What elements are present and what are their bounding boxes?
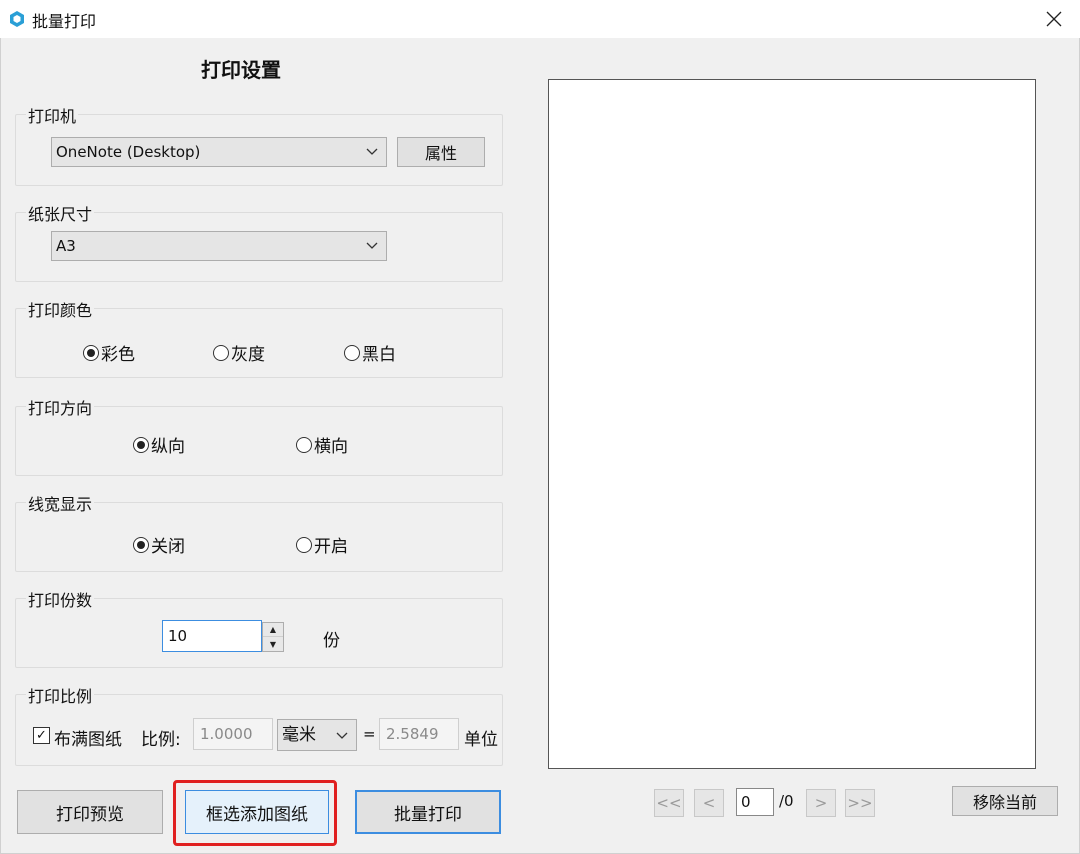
radio-unselected-icon xyxy=(213,344,229,361)
orientation-option-landscape[interactable]: 横向 xyxy=(296,432,348,457)
next-page-label: > xyxy=(814,794,828,812)
orientation-group: 打印方向 xyxy=(15,395,503,476)
print-preview-button[interactable]: 打印预览 xyxy=(17,790,163,834)
window-title: 批量打印 xyxy=(32,12,97,31)
highlight-box xyxy=(173,780,337,846)
color-option-grayscale[interactable]: 灰度 xyxy=(213,340,265,365)
equals-sign: = xyxy=(363,725,376,743)
orientation-option-label: 纵向 xyxy=(151,437,185,457)
color-option-black-white[interactable]: 黑白 xyxy=(344,340,396,365)
radio-selected-icon xyxy=(83,344,99,361)
decrement-icon[interactable]: ▼ xyxy=(263,637,283,651)
color-option-label: 灰度 xyxy=(231,345,265,365)
close-button[interactable] xyxy=(1036,4,1072,34)
printer-group-label: 打印机 xyxy=(26,103,79,127)
prev-page-label: < xyxy=(702,794,716,812)
line-width-option-off[interactable]: 关闭 xyxy=(133,532,185,557)
line-width-group: 线宽显示 xyxy=(15,491,503,572)
scale-group-label: 打印比例 xyxy=(26,683,95,707)
batch-print-label: 批量打印 xyxy=(394,804,462,825)
last-page-button[interactable]: >> xyxy=(845,789,875,817)
radio-unselected-icon xyxy=(296,536,312,553)
chevron-down-icon xyxy=(366,148,378,155)
units-input-value: 2.5849 xyxy=(386,725,439,743)
page-number-value: 0 xyxy=(741,793,751,811)
increment-icon[interactable]: ▲ xyxy=(263,623,283,637)
remove-current-button[interactable]: 移除当前 xyxy=(952,786,1058,816)
chevron-down-icon xyxy=(336,732,348,739)
printer-select-value: OneNote (Desktop) xyxy=(56,143,201,161)
line-width-option-label: 关闭 xyxy=(151,537,185,557)
printer-properties-button[interactable]: 属性 xyxy=(397,137,485,167)
orientation-option-portrait[interactable]: 纵向 xyxy=(133,432,185,457)
ratio-input[interactable]: 1.0000 xyxy=(193,718,273,750)
orientation-group-label: 打印方向 xyxy=(26,395,95,419)
line-width-group-label: 线宽显示 xyxy=(26,491,95,515)
units-label: 单位 xyxy=(464,730,498,750)
color-option-label: 黑白 xyxy=(362,345,396,365)
chevron-down-icon xyxy=(366,242,378,249)
next-page-button[interactable]: > xyxy=(806,789,836,817)
line-width-option-label: 开启 xyxy=(314,537,348,557)
ratio-label: 比例: xyxy=(141,730,181,750)
copies-unit: 份 xyxy=(323,631,340,651)
prev-page-button[interactable]: < xyxy=(694,789,724,817)
print-preview-label: 打印预览 xyxy=(56,804,124,825)
copies-input[interactable]: 10 xyxy=(162,620,262,652)
page-number-input[interactable]: 0 xyxy=(736,788,774,816)
page-total: /0 xyxy=(779,792,794,810)
unit-select[interactable]: 毫米 xyxy=(277,719,357,751)
remove-current-label: 移除当前 xyxy=(972,793,1037,812)
radio-unselected-icon xyxy=(296,436,312,453)
color-option-color[interactable]: 彩色 xyxy=(83,340,135,365)
last-page-label: >> xyxy=(847,794,873,812)
checkmark-icon: ✓ xyxy=(36,728,47,743)
paper-size-select[interactable]: A3 xyxy=(51,231,387,261)
units-input[interactable]: 2.5849 xyxy=(379,718,459,750)
paper-size-select-value: A3 xyxy=(56,237,76,255)
dialog-body: 打印设置 打印机 OneNote (Desktop) 属性 纸张尺寸 A3 打印… xyxy=(0,38,1080,854)
orientation-option-label: 横向 xyxy=(314,437,348,457)
copies-group-label: 打印份数 xyxy=(26,587,95,611)
printer-select[interactable]: OneNote (Desktop) xyxy=(51,137,387,167)
close-icon xyxy=(1046,11,1062,27)
printer-properties-label: 属性 xyxy=(424,144,457,163)
settings-heading: 打印设置 xyxy=(201,58,281,82)
radio-selected-icon xyxy=(133,536,149,553)
radio-unselected-icon xyxy=(344,344,360,361)
color-option-label: 彩色 xyxy=(101,345,135,365)
title-bar: 批量打印 xyxy=(0,0,1080,38)
copies-stepper[interactable]: ▲ ▼ xyxy=(262,622,284,652)
line-width-option-on[interactable]: 开启 xyxy=(296,532,348,557)
paper-size-group-label: 纸张尺寸 xyxy=(26,201,95,225)
ratio-input-value: 1.0000 xyxy=(200,725,253,743)
fit-paper-checkbox[interactable]: ✓ xyxy=(33,727,50,744)
print-color-group-label: 打印颜色 xyxy=(26,297,95,321)
first-page-button[interactable]: << xyxy=(654,789,684,817)
unit-select-value: 毫米 xyxy=(282,725,316,745)
fit-paper-label: 布满图纸 xyxy=(54,730,122,750)
radio-selected-icon xyxy=(133,436,149,453)
batch-print-button[interactable]: 批量打印 xyxy=(355,790,501,834)
first-page-label: << xyxy=(656,794,682,812)
copies-input-value: 10 xyxy=(168,627,188,645)
app-logo-icon xyxy=(10,11,24,27)
print-preview-pane xyxy=(548,79,1036,769)
